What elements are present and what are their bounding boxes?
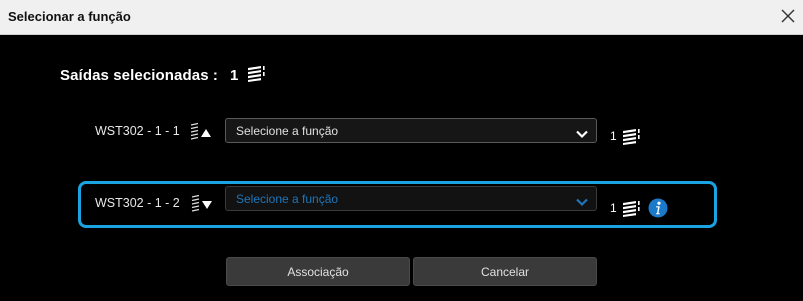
output-row-1: WST302 - 1 - 1 Selecione a função 1 — [0, 118, 803, 145]
chevron-down-icon — [576, 126, 588, 144]
output-name: WST302 - 1 - 1 — [95, 124, 180, 138]
output-row-2: WST302 - 1 - 2 Selecione a função 1 — [0, 186, 803, 217]
selected-outputs-label: Saídas selecionadas : — [60, 66, 219, 84]
output-count: 1 — [610, 201, 617, 215]
titlebar: Selecionar a função — [0, 0, 803, 35]
selected-outputs-summary: Saídas selecionadas : 1 — [60, 64, 266, 86]
stack-icon — [246, 64, 266, 87]
output-count: 1 — [610, 129, 617, 143]
output-name: WST302 - 1 - 2 — [95, 196, 180, 210]
function-select-1[interactable]: Selecione a função — [225, 118, 597, 143]
associate-button[interactable]: Associação — [226, 257, 410, 286]
sort-descending-icon[interactable] — [190, 194, 214, 217]
cancel-button[interactable]: Cancelar — [413, 257, 597, 286]
sort-ascending-icon[interactable] — [189, 122, 213, 145]
dialog-title: Selecionar a função — [8, 9, 131, 24]
stack-icon — [621, 127, 641, 150]
function-select-value: Selecione a função — [236, 192, 339, 206]
close-icon[interactable] — [777, 5, 799, 27]
info-icon[interactable] — [648, 198, 668, 218]
selected-outputs-count: 1 — [230, 66, 239, 84]
function-select-value: Selecione a função — [236, 124, 339, 138]
function-select-dialog: Selecionar a função Saídas selecionadas … — [0, 0, 803, 301]
stack-icon — [621, 199, 641, 222]
chevron-down-icon — [576, 194, 588, 212]
function-select-2[interactable]: Selecione a função — [225, 186, 597, 211]
